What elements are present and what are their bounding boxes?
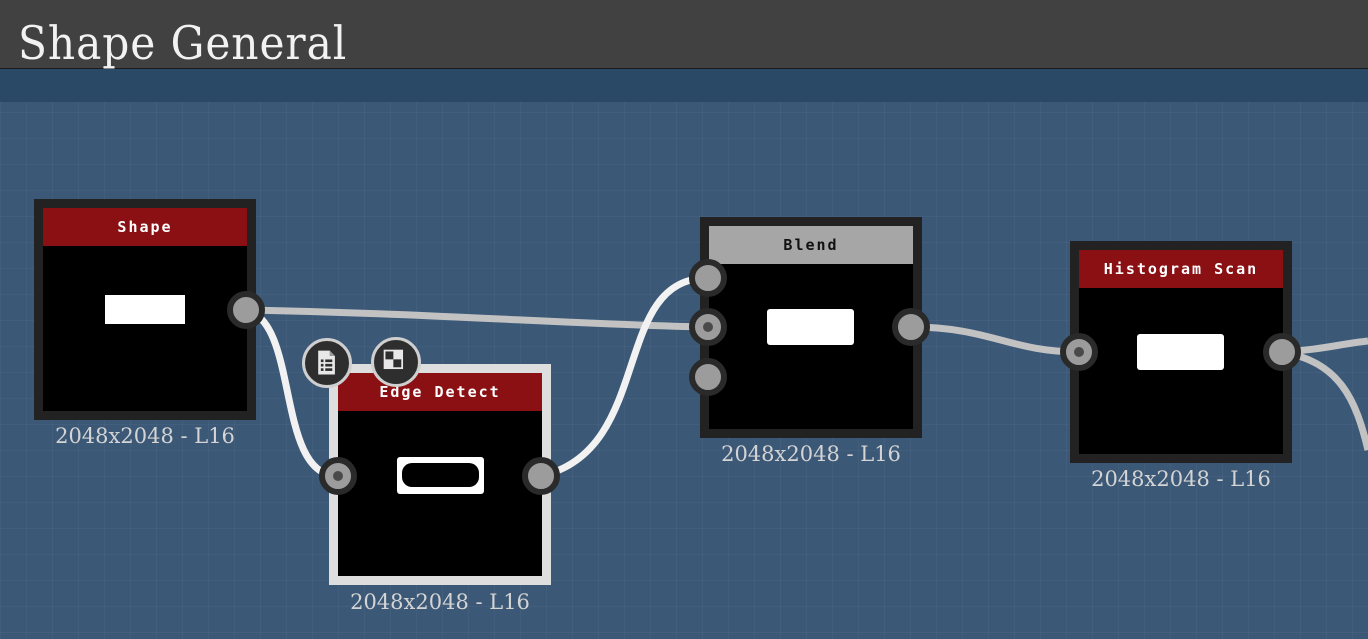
port-dot	[333, 471, 343, 481]
checker-preview-icon[interactable]	[371, 337, 421, 387]
node-thumbnail	[105, 295, 185, 324]
input-port[interactable]	[1060, 333, 1098, 371]
output-port[interactable]	[892, 308, 930, 346]
input-port-foreground[interactable]	[689, 259, 727, 297]
port-dot	[703, 322, 713, 332]
edge-outline-inner	[402, 463, 479, 487]
node-title: Blend	[709, 226, 913, 264]
node-thumbnail	[767, 309, 854, 345]
node-shape[interactable]: Shape 2048x2048 - L16	[34, 199, 256, 448]
node-blend[interactable]: Blend 2048x2048 - L16	[700, 217, 922, 466]
node-resolution: 2048x2048 - L16	[55, 424, 235, 448]
node-thumbnail	[1137, 334, 1224, 370]
output-port[interactable]	[227, 291, 265, 329]
document-list-icon[interactable]	[302, 338, 352, 388]
wire-histogram-scan-output-b[interactable]	[1281, 348, 1368, 451]
wire-shape-to-blend[interactable]	[245, 306, 709, 331]
node-resolution: 2048x2048 - L16	[1091, 467, 1271, 491]
output-port[interactable]	[522, 457, 560, 495]
node-thumbnail	[397, 457, 484, 494]
node-resolution: 2048x2048 - L16	[721, 442, 901, 466]
wire-edge-detect-to-blend[interactable]	[540, 274, 709, 480]
port-dot	[1074, 347, 1084, 357]
node-resolution: 2048x2048 - L16	[350, 590, 530, 614]
node-histogram-scan[interactable]: Histogram Scan 2048x2048 - L16	[1070, 241, 1292, 491]
input-port[interactable]	[319, 457, 357, 495]
node-title: Histogram Scan	[1079, 250, 1283, 288]
wire-blend-to-histogram-scan[interactable]	[910, 323, 1080, 356]
wire-shape-to-edge-detect[interactable]	[244, 306, 339, 480]
node-title: Shape	[43, 208, 247, 246]
input-port-background[interactable]	[689, 308, 727, 346]
input-port-mask[interactable]	[689, 358, 727, 396]
node-edge-detect[interactable]: Edge Detect 2048x2048 - L16	[329, 364, 551, 614]
node-title: Edge Detect	[338, 373, 542, 411]
output-port[interactable]	[1263, 333, 1301, 371]
